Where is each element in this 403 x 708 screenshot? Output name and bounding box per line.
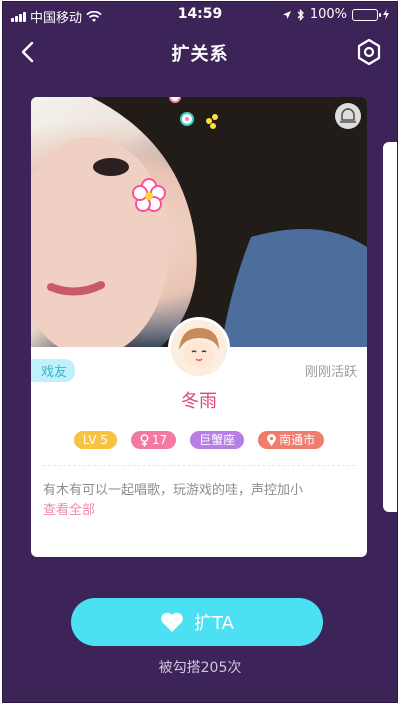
page-title: 扩关系 [171,44,229,65]
status-right: 100% [282,7,389,22]
photo-decorations [31,97,367,357]
nav-bar: 扩关系 [3,30,397,76]
profile-photo[interactable] [31,97,367,357]
phone-screen: 中国移动 14:59 100% 扩关系 戏友 刚刚活跃 冬雨 LV 5 17 巨… [2,1,398,703]
divider [43,465,355,466]
small-flower-sticker-icon [180,112,194,126]
intro-text: 有木有可以一起唱歌，玩游戏的哇，声控加小 [43,483,304,498]
zodiac-badge: 巨蟹座 [190,431,245,449]
location-arrow-icon [282,10,291,19]
settings-icon[interactable] [355,38,383,66]
next-card-peek[interactable] [383,142,397,512]
level-badge: LV 5 [73,431,117,449]
see-all-link[interactable]: 查看全部 [43,499,95,518]
battery-percent: 100% [309,7,347,22]
avatar[interactable] [168,317,230,379]
charging-icon [383,9,389,20]
profile-card[interactable]: 戏友 刚刚活跃 冬雨 LV 5 17 巨蟹座 南通市 有木有可以一起唱歌，玩游戏… [31,97,367,557]
connect-button-label: 扩TA [194,613,234,634]
location-badge: 南通市 [258,431,325,449]
heart-icon [161,612,183,632]
age-label: 17 [151,433,168,447]
badge-row: LV 5 17 巨蟹座 南通市 [31,431,367,449]
bluetooth-icon [297,8,304,21]
city-label: 南通市 [279,433,316,447]
battery-icon [352,8,381,21]
relation-tag: 戏友 [31,359,76,382]
zodiac-label: 巨蟹座 [199,433,236,447]
female-icon [140,433,149,446]
connect-button[interactable]: 扩TA [71,598,323,646]
age-gender-badge: 17 [130,431,177,449]
level-label: LV 5 [82,433,108,447]
hookup-count: 被勾搭205次 [158,660,242,676]
gift-box-icon[interactable] [335,103,361,129]
status-bar: 中国移动 14:59 100% [3,2,397,28]
active-status: 刚刚活跃 [304,365,357,380]
top-flower-sticker-icon [169,97,181,103]
user-name: 冬雨 [181,391,217,412]
location-pin-icon [267,434,277,446]
eye [93,158,129,176]
